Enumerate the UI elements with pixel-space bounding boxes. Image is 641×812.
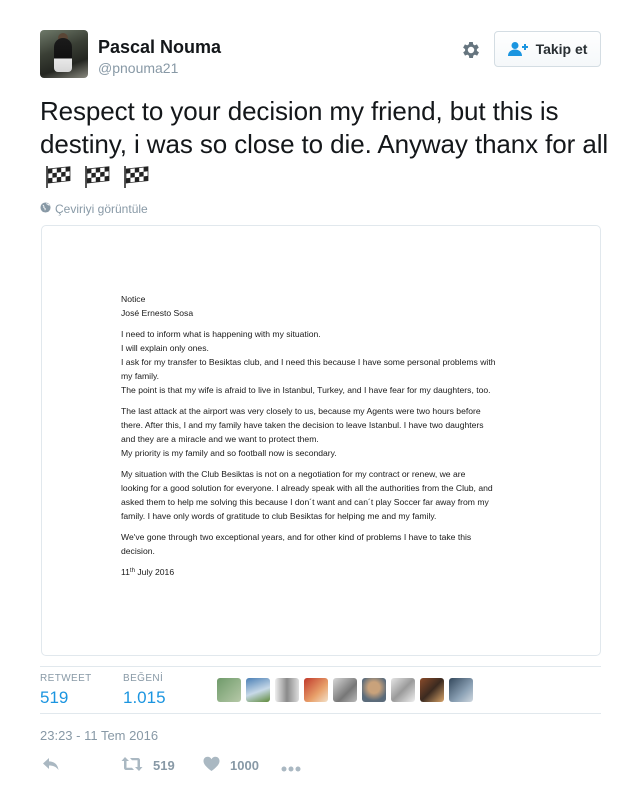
translate-link[interactable]: Çeviriyi görüntüle bbox=[40, 202, 148, 216]
letter-line: my family. bbox=[121, 371, 160, 381]
liker-avatar[interactable] bbox=[391, 678, 415, 702]
tweet-photo[interactable]: Notice José Ernesto Sosa I need to infor… bbox=[41, 225, 601, 656]
letter-line: asked them to help me solving this becau… bbox=[121, 497, 489, 507]
liker-avatar[interactable] bbox=[275, 678, 299, 702]
like-stat[interactable]: BEĞENİ 1.015 bbox=[123, 673, 166, 708]
translate-label: Çeviriyi görüntüle bbox=[55, 202, 148, 216]
tweet-text-body: Respect to your decision my friend, but … bbox=[40, 96, 609, 159]
letter-date: 11th July 2016 bbox=[121, 565, 531, 579]
letter-paragraph-4: We've gone through two exceptional years… bbox=[121, 530, 531, 558]
checkered-flag-icon bbox=[44, 164, 72, 188]
reply-button[interactable] bbox=[42, 756, 60, 775]
tweet-stats: RETWEET 519 BEĞENİ 1.015 bbox=[40, 666, 601, 714]
avatar[interactable] bbox=[40, 30, 88, 78]
globe-icon bbox=[40, 202, 51, 216]
liker-avatar[interactable] bbox=[246, 678, 270, 702]
retweet-stat[interactable]: RETWEET 519 bbox=[40, 673, 92, 708]
reply-icon bbox=[42, 756, 60, 775]
letter-date-suffix: th bbox=[129, 568, 135, 574]
letter-line: family. I have only words of gratitude t… bbox=[121, 511, 437, 521]
tweet-header: Pascal Nouma @pnouma21 Takip et bbox=[40, 30, 601, 80]
tweet-actions: 519 1000 bbox=[40, 756, 601, 780]
heart-icon bbox=[203, 756, 220, 775]
more-button[interactable] bbox=[281, 760, 301, 775]
letter-line: and they are a miracle and we want to pr… bbox=[121, 434, 319, 444]
letter-line: The last attack at the airport was very … bbox=[121, 406, 481, 416]
like-action-count: 1000 bbox=[230, 758, 259, 773]
like-button[interactable]: 1000 bbox=[203, 756, 259, 775]
letter-line: there. After this, I and my family have … bbox=[121, 420, 484, 430]
retweet-stat-count: 519 bbox=[40, 688, 69, 707]
liker-avatar[interactable] bbox=[362, 678, 386, 702]
user-name[interactable]: Pascal Nouma bbox=[98, 37, 221, 58]
letter-paragraph-1: I need to inform what is happening with … bbox=[121, 327, 531, 397]
letter-date-day: 11 bbox=[121, 567, 130, 577]
letter-paragraph-2: The last attack at the airport was very … bbox=[121, 404, 531, 460]
follow-button-label: Takip et bbox=[535, 41, 588, 57]
retweet-icon bbox=[121, 756, 143, 775]
like-stat-count: 1.015 bbox=[123, 688, 166, 707]
letter-document: Notice José Ernesto Sosa I need to infor… bbox=[121, 292, 531, 586]
checkered-flag-icon bbox=[83, 164, 111, 188]
tweet-timestamp[interactable]: 23:23 - 11 Tem 2016 bbox=[40, 728, 158, 743]
liker-avatar[interactable] bbox=[333, 678, 357, 702]
letter-addressee: José Ernesto Sosa bbox=[121, 308, 194, 318]
more-icon bbox=[281, 760, 301, 775]
follow-person-icon bbox=[507, 41, 528, 57]
liker-avatar[interactable] bbox=[304, 678, 328, 702]
letter-paragraph-3: My situation with the Club Besiktas is n… bbox=[121, 467, 531, 523]
letter-line: looking for a good solution for everyone… bbox=[121, 483, 493, 493]
liker-avatars bbox=[217, 678, 473, 702]
follow-button[interactable]: Takip et bbox=[494, 31, 601, 67]
user-handle[interactable]: @pnouma21 bbox=[98, 60, 178, 76]
checkered-flag-icon bbox=[122, 164, 150, 188]
liker-avatar[interactable] bbox=[449, 678, 473, 702]
tweet-text: Respect to your decision my friend, but … bbox=[40, 95, 610, 194]
retweet-stat-label: RETWEET bbox=[40, 673, 92, 684]
retweet-action-count: 519 bbox=[153, 758, 175, 773]
letter-line: The point is that my wife is afraid to l… bbox=[121, 385, 491, 395]
like-stat-label: BEĞENİ bbox=[123, 673, 164, 684]
liker-avatar[interactable] bbox=[420, 678, 444, 702]
letter-line: We've gone through two exceptional years… bbox=[121, 532, 472, 542]
letter-title: Notice bbox=[121, 294, 146, 304]
letter-line: I need to inform what is happening with … bbox=[121, 329, 321, 339]
letter-line: I will explain only ones. bbox=[121, 343, 209, 353]
gear-icon[interactable] bbox=[460, 39, 482, 61]
letter-line: I ask for my transfer to Besiktas club, … bbox=[121, 357, 496, 367]
letter-line: decision. bbox=[121, 546, 155, 556]
letter-line: My priority is my family and so football… bbox=[121, 448, 337, 458]
letter-date-rest: July 2016 bbox=[137, 567, 175, 577]
letter-line: My situation with the Club Besiktas is n… bbox=[121, 469, 466, 479]
retweet-button[interactable]: 519 bbox=[121, 756, 175, 775]
liker-avatar[interactable] bbox=[217, 678, 241, 702]
